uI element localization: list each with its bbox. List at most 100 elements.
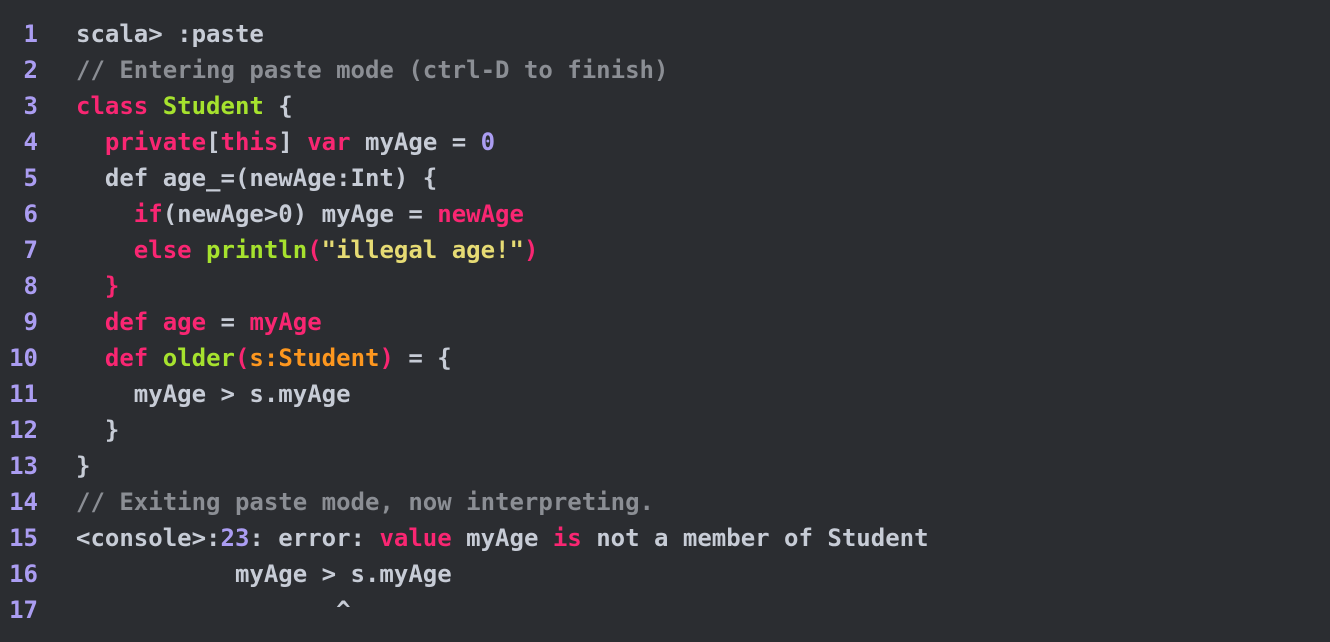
line-number: 7 [23,236,38,264]
line-number: 10 [9,344,38,372]
code-text: def age_=(newAge:Int) { [38,160,437,196]
code-token-keyword: ( [307,236,322,264]
line-number: 6 [23,200,38,228]
code-token-plain: <console>: [76,524,221,552]
code-line[interactable]: 8 } [0,268,1330,304]
line-number: 1 [23,20,38,48]
code-token-keyword: private [104,128,207,156]
code-text: myAge > s.myAge [38,556,452,592]
code-token-plain: (newAge>0) myAge = [162,200,438,228]
code-token-plain: ] [278,128,308,156]
code-token-type: older [162,344,235,372]
line-number: 14 [9,488,38,516]
code-token-plain: scala> :paste [76,20,264,48]
code-text: } [38,412,119,448]
code-line[interactable]: 10 def older(s:Student) = { [0,340,1330,376]
code-token-keyword: newAge [437,200,524,228]
code-text: private[this] var myAge = 0 [38,124,495,160]
code-line[interactable]: 1 scala> :paste [0,16,1330,52]
code-token-plain: } [76,416,120,444]
code-text: scala> :paste [38,16,264,52]
line-number: 3 [23,92,38,120]
code-token-keyword: def [104,344,149,372]
code-text: else println("illegal age!") [38,232,539,268]
code-text: class Student { [38,88,293,124]
code-token-string: "illegal age!" [321,236,524,264]
code-line[interactable]: 5 def age_=(newAge:Int) { [0,160,1330,196]
code-line[interactable]: 11 myAge > s.myAge [0,376,1330,412]
code-token-plain: } [76,452,91,480]
code-text: myAge > s.myAge [38,376,351,412]
code-line[interactable]: 12 } [0,412,1330,448]
code-line[interactable]: 4 private[this] var myAge = 0 [0,124,1330,160]
code-line[interactable]: 14 // Exiting paste mode, now interpretin… [0,484,1330,520]
code-line[interactable]: 17 ^ [0,592,1330,628]
code-token-keyword: } [104,272,120,300]
code-token-plain: myAge [451,524,553,552]
code-line[interactable]: 6 if(newAge>0) myAge = newAge [0,196,1330,232]
code-token-plain: : error: [249,524,380,552]
line-number: 4 [23,128,38,156]
code-token-keyword: ( [234,344,250,372]
code-line[interactable]: 16 myAge > s.myAge [0,556,1330,592]
code-token-plain: = [206,308,250,336]
code-line[interactable]: 13} [0,448,1330,484]
line-number: 9 [23,308,38,336]
code-token-keyword: is [552,524,582,552]
code-token-keyword: class [76,92,149,120]
code-token-type: println [206,236,308,264]
code-token-plain: def age_=(newAge:Int) { [76,164,438,192]
code-text: // Entering paste mode (ctrl-D to finish… [38,52,668,88]
code-token-plain: { [263,92,293,120]
code-text: def older(s:Student) = { [38,340,452,376]
code-token-keyword: this [220,128,279,156]
line-number: 8 [23,272,38,300]
code-token-keyword: myAge [249,308,322,336]
code-token-keyword: age [162,308,207,336]
code-token-keyword: ) [523,236,539,264]
code-token-keyword: else [133,236,192,264]
code-line[interactable]: 9 def age = myAge [0,304,1330,340]
code-token-plain: myAge > s.myAge [76,560,452,588]
code-token-plain: myAge > s.myAge [76,380,351,408]
line-number: 13 [9,452,38,480]
code-line[interactable]: 3 class Student { [0,88,1330,124]
code-token-comment: // Exiting paste mode, now interpreting. [76,488,654,516]
code-text: def age = myAge [38,304,322,340]
code-line[interactable]: 2 // Entering paste mode (ctrl-D to finis… [0,52,1330,88]
code-text: } [38,448,90,484]
code-token-number: 23 [220,524,250,552]
code-token-keyword: var [307,128,351,156]
code-token-plain: ^ [76,596,351,624]
code-line[interactable]: 15 <console>:23: error: value myAge is no… [0,520,1330,556]
code-text: <console>:23: error: value myAge is not … [38,520,929,556]
code-token-plain: myAge = [350,128,481,156]
code-text: // Exiting paste mode, now interpreting. [38,484,654,520]
code-token-comment: // Entering paste mode (ctrl-D to finish… [76,56,669,84]
code-token-type: Student [162,92,264,120]
code-line[interactable]: 7 else println("illegal age!") [0,232,1330,268]
line-number: 12 [9,416,38,444]
code-text: if(newAge>0) myAge = newAge [38,196,524,232]
code-editor[interactable]: 1 scala> :paste 2 // Entering paste mode (c… [0,16,1330,628]
code-token-param: s:Student [249,344,380,372]
code-token-keyword: ) [379,344,394,372]
code-token-keyword: if [133,200,163,228]
code-token-keyword: value [379,524,452,552]
code-token-keyword: def [104,308,149,336]
code-token-plain: = { [393,344,452,372]
code-token-number: 0 [480,128,496,156]
line-number: 17 [9,596,38,624]
line-number: 11 [9,380,38,408]
code-token-plain: [ [206,128,221,156]
code-text: } [38,268,119,304]
